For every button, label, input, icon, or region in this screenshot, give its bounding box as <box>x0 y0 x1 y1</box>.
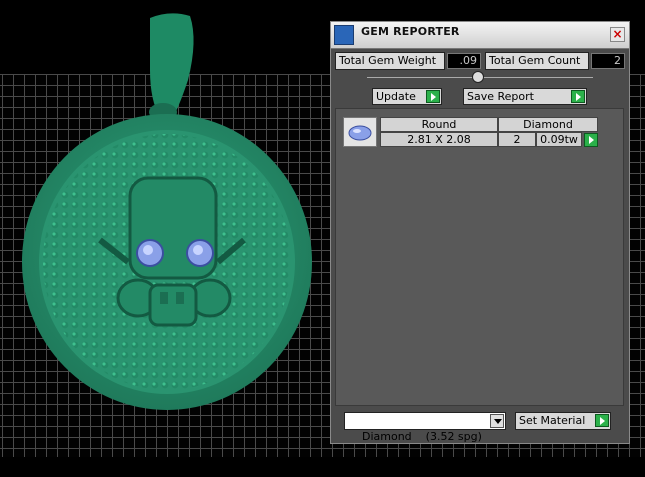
panel-titlebar[interactable]: GEM REPORTER × <box>331 22 629 49</box>
close-button[interactable]: × <box>610 27 625 42</box>
material-select-value: Diamond (3.52 spg) <box>362 430 482 443</box>
gem-row[interactable] <box>343 117 377 147</box>
round-gem-icon <box>348 125 372 141</box>
total-gem-weight-value: .09 <box>447 53 481 69</box>
gem-count-cell: 2 <box>498 132 536 147</box>
gem-list-area: Round Diamond 2.81 X 2.08 2 0.09tw <box>335 108 624 406</box>
play-icon <box>426 90 440 103</box>
total-gem-weight-label: Total Gem Weight <box>335 52 445 70</box>
update-button[interactable]: Update <box>372 88 442 105</box>
set-material-button[interactable]: Set Material <box>515 412 611 430</box>
gem-material-header: Diamond <box>498 117 598 132</box>
bail-shape <box>150 13 194 118</box>
gem-weight-cell: 0.09tw <box>536 132 582 147</box>
total-gem-count-value: 2 <box>591 53 625 69</box>
gem-size-cell: 2.81 X 2.08 <box>380 132 498 147</box>
update-button-label: Update <box>376 90 416 103</box>
play-icon <box>571 90 585 103</box>
play-icon <box>595 414 609 427</box>
gem-shape-header: Round <box>380 117 498 132</box>
gem-row-go-button[interactable] <box>584 133 598 147</box>
gem-reporter-panel: GEM REPORTER × Total Gem Weight .09 Tota… <box>330 21 630 444</box>
chevron-down-icon <box>490 414 504 428</box>
panel-title: GEM REPORTER <box>361 25 460 38</box>
gem-reporter-app-icon <box>334 25 354 45</box>
material-select[interactable]: Diamond (3.52 spg) <box>344 412 506 443</box>
total-gem-count-label: Total Gem Count <box>485 52 589 70</box>
set-material-button-label: Set Material <box>519 414 586 427</box>
save-report-button-label: Save Report <box>467 90 534 103</box>
save-report-button[interactable]: Save Report <box>463 88 587 105</box>
slider-knob[interactable] <box>472 71 484 83</box>
